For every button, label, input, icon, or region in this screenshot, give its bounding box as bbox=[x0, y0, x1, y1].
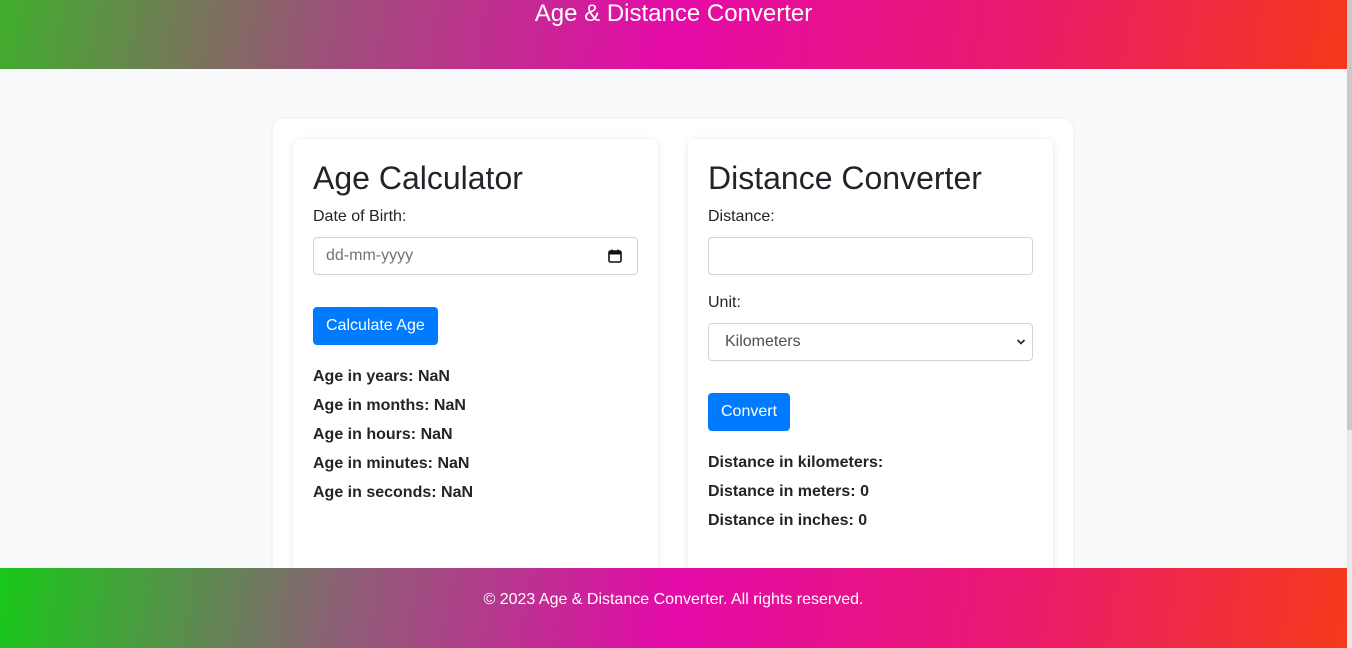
dob-label: Date of Birth: bbox=[313, 208, 407, 225]
result-label: Age in months: bbox=[313, 397, 430, 414]
result-value: NaN bbox=[417, 368, 450, 385]
age-months-result: Age in months: NaN bbox=[313, 397, 466, 415]
result-value: NaN bbox=[437, 455, 470, 472]
distance-input[interactable] bbox=[708, 237, 1033, 275]
convert-button[interactable]: Convert bbox=[708, 393, 791, 431]
page-title: Age & Distance Converter bbox=[534, 0, 813, 27]
scrollbar-thumb[interactable] bbox=[1347, 0, 1352, 430]
distance-label: Distance: bbox=[708, 208, 775, 225]
page: Age & Distance Converter Age Calculator … bbox=[0, 0, 1352, 648]
unit-selected-value: Kilometers bbox=[725, 333, 801, 350]
result-label: Age in years: bbox=[313, 368, 414, 385]
calculate-age-button[interactable]: Calculate Age bbox=[313, 307, 438, 345]
calendar-icon[interactable] bbox=[608, 249, 622, 263]
age-hours-result: Age in hours: NaN bbox=[313, 426, 453, 444]
main-container: Age Calculator Date of Birth: dd-mm-yyyy… bbox=[273, 119, 1073, 589]
dob-input[interactable]: dd-mm-yyyy bbox=[313, 237, 638, 275]
vertical-scrollbar[interactable] bbox=[1347, 0, 1352, 648]
footer-banner: © 2023 Age & Distance Converter. All rig… bbox=[0, 568, 1347, 648]
result-value: NaN bbox=[420, 426, 453, 443]
age-seconds-result: Age in seconds: NaN bbox=[313, 484, 473, 502]
result-value: 0 bbox=[858, 512, 868, 529]
age-calculator-title: Age Calculator bbox=[313, 160, 523, 196]
result-value: NaN bbox=[441, 484, 474, 501]
result-label: Age in seconds: bbox=[313, 484, 437, 501]
age-minutes-result: Age in minutes: NaN bbox=[313, 455, 469, 473]
age-years-result: Age in years: NaN bbox=[313, 368, 450, 386]
chevron-down-icon bbox=[1016, 339, 1026, 345]
result-label: Age in hours: bbox=[313, 426, 417, 443]
distance-converter-title: Distance Converter bbox=[708, 160, 982, 196]
unit-label: Unit: bbox=[708, 294, 741, 311]
header-banner: Age & Distance Converter bbox=[0, 0, 1347, 69]
result-label: Distance in kilometers: bbox=[708, 454, 884, 471]
footer-copyright: © 2023 Age & Distance Converter. All rig… bbox=[483, 591, 864, 608]
result-label: Age in minutes: bbox=[313, 455, 434, 472]
age-calculator-card: Age Calculator Date of Birth: dd-mm-yyyy… bbox=[293, 139, 658, 589]
unit-select[interactable]: Kilometers bbox=[708, 323, 1033, 361]
result-value: 0 bbox=[860, 483, 869, 500]
distance-inches-result: Distance in inches: 0 bbox=[708, 512, 867, 530]
result-label: Distance in meters: bbox=[708, 483, 856, 500]
distance-converter-card: Distance Converter Distance: Unit: Kilom… bbox=[688, 139, 1053, 589]
distance-meters-result: Distance in meters: 0 bbox=[708, 483, 869, 501]
result-label: Distance in inches: bbox=[708, 512, 854, 529]
distance-kilometers-result: Distance in kilometers: bbox=[708, 454, 883, 472]
dob-placeholder: dd-mm-yyyy bbox=[326, 247, 414, 264]
result-value: NaN bbox=[433, 397, 466, 414]
